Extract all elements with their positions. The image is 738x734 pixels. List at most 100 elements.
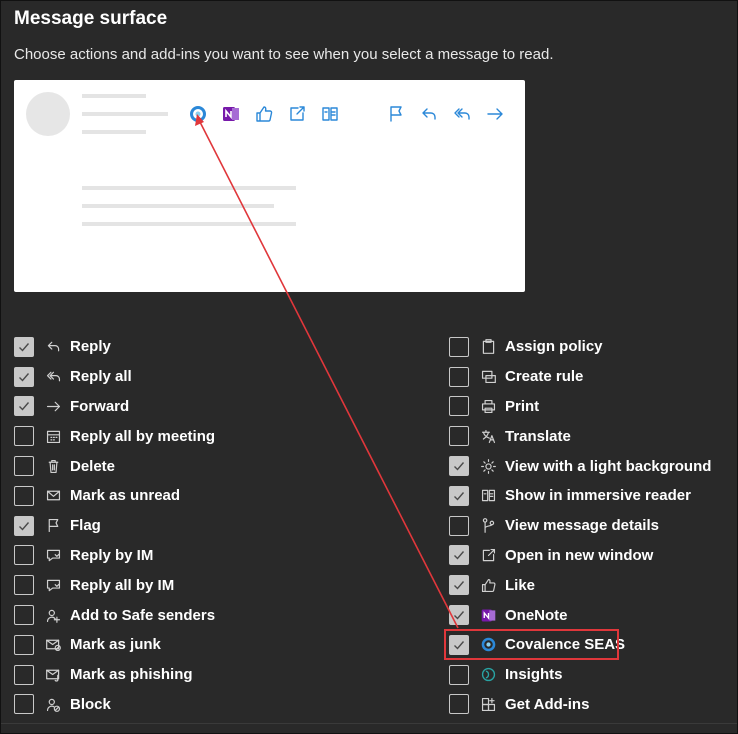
page-title: Message surface (14, 8, 168, 29)
option-view-with-a-light-background[interactable]: View with a light background (449, 451, 711, 481)
option-onenote[interactable]: OneNote (449, 600, 711, 630)
reply-all-checkbox[interactable] (14, 366, 34, 387)
toolbar-light-background-icon[interactable] (351, 102, 375, 126)
mark-as-junk-checkbox[interactable] (14, 634, 34, 655)
get-add-ins-checkbox[interactable] (449, 694, 469, 715)
option-reply-all-by-im[interactable]: Reply all by IM (14, 570, 215, 600)
onenote-checkbox[interactable] (449, 605, 469, 626)
immersive-reader-icon (479, 487, 497, 505)
option-delete[interactable]: Delete (14, 451, 215, 481)
mark-as-phishing-label: Mark as phishing (70, 666, 193, 684)
reply-all-by-im-checkbox[interactable] (14, 575, 34, 596)
placeholder-line (82, 222, 296, 226)
assign-policy-checkbox[interactable] (449, 336, 469, 357)
option-reply-all-by-meeting[interactable]: Reply all by meeting (14, 421, 215, 451)
onenote-icon (479, 606, 497, 624)
option-block[interactable]: Block (14, 690, 215, 720)
insights-checkbox[interactable] (449, 664, 469, 685)
add-to-safe-senders-checkbox[interactable] (14, 605, 34, 626)
create-rule-checkbox[interactable] (449, 366, 469, 387)
settings-panel: Message surface Choose actions and add-i… (0, 0, 738, 734)
toolbar-forward-icon[interactable] (483, 102, 507, 126)
toolbar-open-window-icon[interactable] (285, 102, 309, 126)
page-subtitle: Choose actions and add-ins you want to s… (14, 46, 554, 63)
show-in-immersive-reader-checkbox[interactable] (449, 485, 469, 506)
placeholder-line (82, 186, 296, 190)
avatar-placeholder (26, 92, 70, 136)
translate-checkbox[interactable] (449, 426, 469, 447)
like-icon (479, 576, 497, 594)
mail-icon (44, 487, 62, 505)
option-open-in-new-window[interactable]: Open in new window (449, 541, 711, 571)
forward-label: Forward (70, 397, 130, 415)
option-mark-as-phishing[interactable]: Mark as phishing (14, 660, 215, 690)
placeholder-line (82, 130, 146, 134)
option-reply-by-im[interactable]: Reply by IM (14, 541, 215, 571)
toolbar-like-icon[interactable] (252, 102, 276, 126)
forward-icon (44, 397, 62, 415)
option-view-message-details[interactable]: View message details (449, 511, 711, 541)
toolbar-covalence-icon[interactable] (186, 102, 210, 126)
forward-checkbox[interactable] (14, 396, 34, 417)
reply-by-im-label: Reply by IM (70, 546, 154, 564)
delete-checkbox[interactable] (14, 456, 34, 477)
get-add-ins-label: Get Add-ins (505, 695, 590, 713)
reply-by-im-checkbox[interactable] (14, 545, 34, 566)
reply-all-by-meeting-checkbox[interactable] (14, 426, 34, 447)
option-mark-as-junk[interactable]: Mark as junk (14, 630, 215, 660)
toolbar-reply-all-icon[interactable] (450, 102, 474, 126)
add-ins-icon (479, 695, 497, 713)
sun-icon (479, 457, 497, 475)
option-reply[interactable]: Reply (14, 332, 215, 362)
reply-label: Reply (70, 338, 111, 356)
reply-all-by-im-label: Reply all by IM (70, 576, 175, 594)
chat-icon (44, 546, 62, 564)
flag-label: Flag (70, 517, 101, 535)
insights-icon (479, 666, 497, 684)
reply-all-by-meeting-label: Reply all by meeting (70, 427, 216, 445)
option-flag[interactable]: Flag (14, 511, 215, 541)
rule-icon (479, 368, 497, 386)
flag-checkbox[interactable] (14, 515, 34, 536)
person-add-icon (44, 606, 62, 624)
covalence-highlight-box (444, 629, 619, 660)
option-reply-all[interactable]: Reply all (14, 362, 215, 392)
message-preview (14, 80, 525, 292)
chat-icon (44, 576, 62, 594)
reply-icon (44, 338, 62, 356)
option-create-rule[interactable]: Create rule (449, 362, 711, 392)
print-checkbox[interactable] (449, 396, 469, 417)
preview-toolbar (186, 102, 516, 126)
delete-label: Delete (70, 457, 116, 475)
option-forward[interactable]: Forward (14, 392, 215, 422)
option-insights[interactable]: Insights (449, 660, 711, 690)
option-get-add-ins[interactable]: Get Add-ins (449, 690, 711, 720)
mark-as-phishing-checkbox[interactable] (14, 664, 34, 685)
like-label: Like (505, 576, 536, 594)
open-in-new-window-checkbox[interactable] (449, 545, 469, 566)
option-show-in-immersive-reader[interactable]: Show in immersive reader (449, 481, 711, 511)
translate-label: Translate (505, 427, 571, 445)
mark-as-unread-checkbox[interactable] (14, 485, 34, 506)
toolbar-reply-icon[interactable] (417, 102, 441, 126)
option-print[interactable]: Print (449, 392, 711, 422)
option-mark-as-unread[interactable]: Mark as unread (14, 481, 215, 511)
option-like[interactable]: Like (449, 570, 711, 600)
view-with-a-light-background-checkbox[interactable] (449, 456, 469, 477)
show-in-immersive-reader-label: Show in immersive reader (505, 487, 691, 505)
toolbar-onenote-icon[interactable] (219, 102, 243, 126)
add-to-safe-senders-label: Add to Safe senders (70, 606, 216, 624)
toolbar-flag-icon[interactable] (384, 102, 408, 126)
phishing-icon (44, 666, 62, 684)
toolbar-immersive-reader-icon[interactable] (318, 102, 342, 126)
trash-icon (44, 457, 62, 475)
like-checkbox[interactable] (449, 575, 469, 596)
placeholder-line (82, 94, 146, 98)
block-checkbox[interactable] (14, 694, 34, 715)
view-message-details-checkbox[interactable] (449, 515, 469, 536)
option-add-to-safe-senders[interactable]: Add to Safe senders (14, 600, 215, 630)
reply-checkbox[interactable] (14, 336, 34, 357)
option-assign-policy[interactable]: Assign policy (449, 332, 711, 362)
calendar-icon (44, 427, 62, 445)
option-translate[interactable]: Translate (449, 421, 711, 451)
